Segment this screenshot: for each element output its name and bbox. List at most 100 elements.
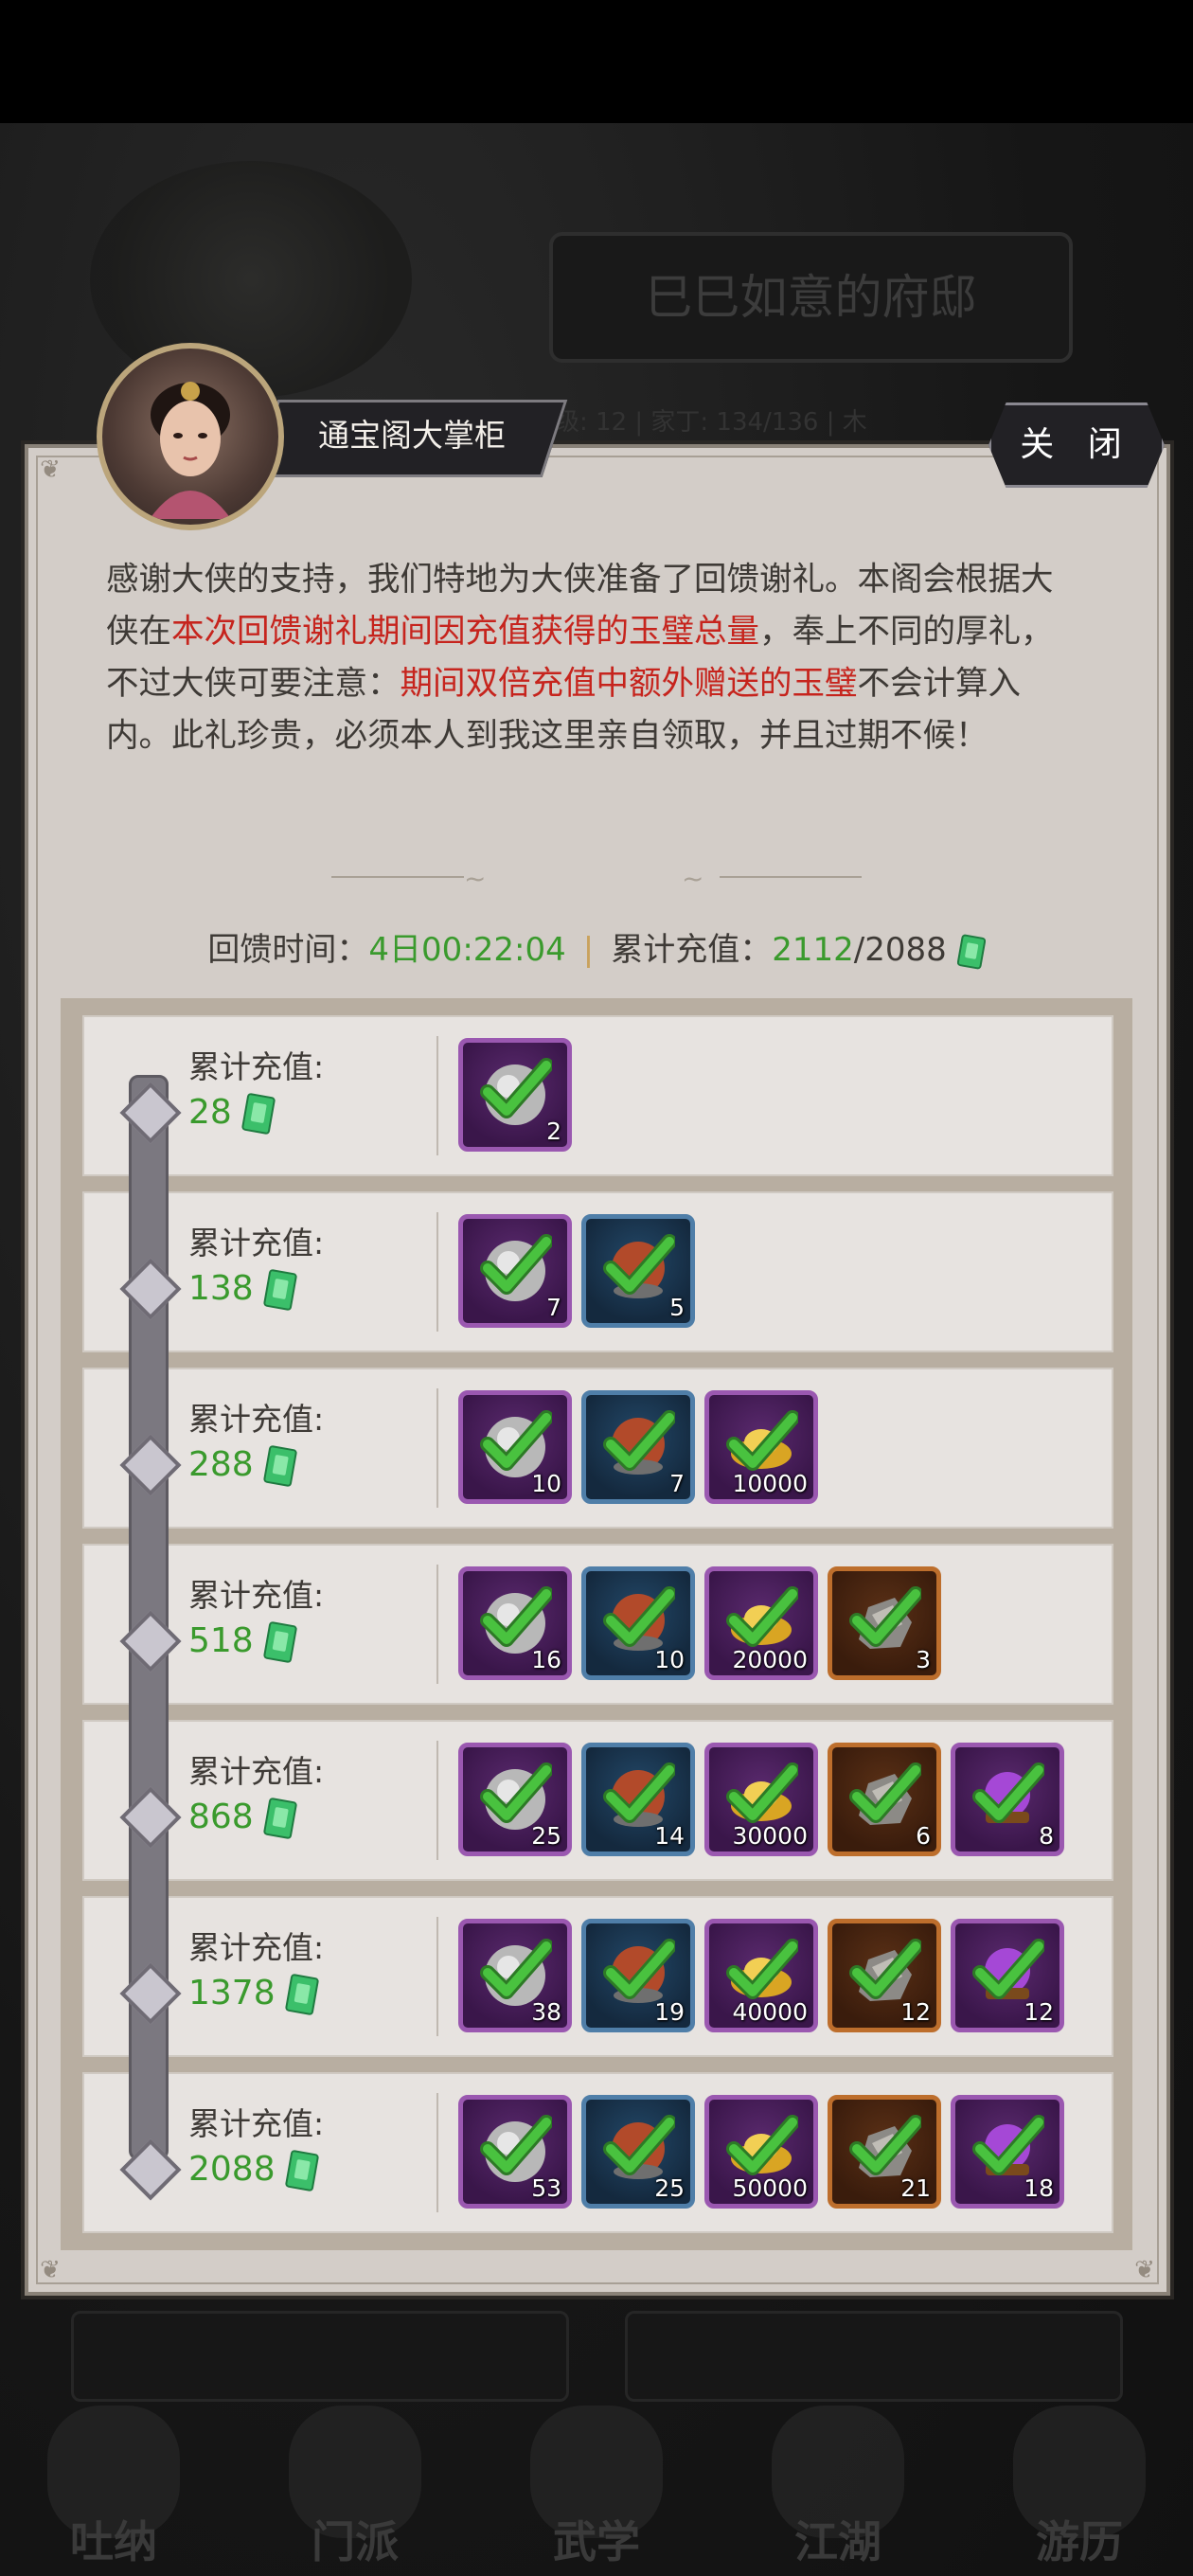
- reward-quantity: 40000: [732, 1998, 808, 2026]
- close-button[interactable]: 关 闭: [988, 402, 1165, 488]
- claimed-check-icon: [726, 1586, 798, 1647]
- tier-row: 累计充值: 1378 38 19 40000 12 12: [82, 1896, 1113, 2057]
- jade-icon: [263, 1269, 297, 1311]
- reward-item-food[interactable]: 25: [581, 2095, 695, 2209]
- reward-quantity: 21: [900, 2174, 931, 2202]
- reward-quantity: 25: [531, 1822, 561, 1850]
- reward-quantity: 12: [900, 1998, 931, 2026]
- row-divider: [436, 1565, 438, 1684]
- claimed-check-icon: [726, 2115, 798, 2175]
- intro-highlight-total: 本次回馈谢礼期间因充值获得的玉璧总量: [171, 613, 759, 651]
- tier-row: 累计充值: 288 10 7 10000: [82, 1368, 1113, 1529]
- reward-quantity: 5: [669, 1294, 685, 1321]
- reward-quantity: 38: [531, 1998, 561, 2026]
- reward-item-silver[interactable]: 7: [458, 1214, 572, 1328]
- reward-item-gold[interactable]: 40000: [704, 1919, 818, 2032]
- corner-ornament: ❦: [40, 456, 61, 484]
- reward-item-gold[interactable]: 20000: [704, 1566, 818, 1680]
- jade-icon: [285, 2150, 319, 2191]
- tier-amount-value: 868: [188, 1798, 254, 1836]
- reward-item-ore[interactable]: 6: [828, 1743, 941, 1856]
- reward-item-gem[interactable]: 12: [951, 1919, 1064, 2032]
- claimed-check-icon: [480, 2115, 552, 2175]
- reward-quantity: 2: [546, 1118, 561, 1145]
- intro-text: 感谢大侠的支持，我们特地为大侠准备了回馈谢礼。本阁会根据大侠在本次回馈谢礼期间因…: [106, 561, 1054, 755]
- time-label: 回馈时间：: [207, 931, 369, 969]
- claimed-check-icon: [726, 1762, 798, 1823]
- reward-quantity: 12: [1024, 1998, 1054, 2026]
- claimed-check-icon: [480, 1234, 552, 1295]
- reward-quantity: 7: [669, 1470, 685, 1497]
- reward-quantity: 6: [916, 1822, 931, 1850]
- claimed-check-icon: [849, 1939, 921, 1999]
- claimed-check-icon: [480, 1762, 552, 1823]
- jade-icon: [241, 1093, 276, 1135]
- reward-item-silver[interactable]: 25: [458, 1743, 572, 1856]
- reward-item-silver[interactable]: 10: [458, 1390, 572, 1504]
- tier-amount-value: 518: [188, 1621, 254, 1660]
- reward-item-food[interactable]: 5: [581, 1214, 695, 1328]
- status-bar: [0, 0, 1193, 123]
- tier-amount: 518: [188, 1621, 297, 1663]
- claimed-check-icon: [849, 1762, 921, 1823]
- tier-amount: 868: [188, 1798, 297, 1839]
- reward-quantity: 19: [654, 1998, 685, 2026]
- reward-item-gold[interactable]: 10000: [704, 1390, 818, 1504]
- nav-menpai: 门派: [260, 2387, 450, 2576]
- reward-quantity: 7: [546, 1294, 561, 1321]
- reward-quantity: 53: [531, 2174, 561, 2202]
- bottom-nav: 吐纳 门派 武学 江湖 游历: [0, 2387, 1193, 2576]
- divider-line: [331, 876, 464, 878]
- reward-quantity: 14: [654, 1822, 685, 1850]
- reward-item-gold[interactable]: 30000: [704, 1743, 818, 1856]
- reward-item-ore[interactable]: 12: [828, 1919, 941, 2032]
- jade-icon: [956, 934, 986, 969]
- reward-item-gem[interactable]: 8: [951, 1743, 1064, 1856]
- reward-quantity: 20000: [732, 1646, 808, 1673]
- reward-item-food[interactable]: 14: [581, 1743, 695, 1856]
- reward-item-ore[interactable]: 3: [828, 1566, 941, 1680]
- divider-ornament: ~: [682, 863, 704, 894]
- tier-label: 累计充值:: [188, 2105, 325, 2142]
- row-divider: [436, 1212, 438, 1332]
- recharge-current: 2112: [772, 931, 854, 969]
- claimed-check-icon: [972, 1762, 1044, 1823]
- residence-title: 巳巳如意的府邸: [549, 232, 1073, 363]
- reward-item-food[interactable]: 10: [581, 1566, 695, 1680]
- claimed-check-icon: [480, 1586, 552, 1647]
- tier-amount-value: 2088: [188, 2150, 276, 2189]
- reward-item-silver[interactable]: 53: [458, 2095, 572, 2209]
- summary-line: 回馈时间：4日00:22:04 | 累计充值：2112/2088: [0, 923, 1193, 970]
- claimed-check-icon: [603, 2115, 675, 2175]
- nav-wuxue: 武学: [502, 2387, 691, 2576]
- tier-amount: 138: [188, 1269, 297, 1311]
- tier-amount: 288: [188, 1445, 297, 1487]
- time-value: 4日00:22:04: [368, 931, 566, 969]
- reward-item-gem[interactable]: 18: [951, 2095, 1064, 2209]
- reward-quantity: 30000: [732, 1822, 808, 1850]
- reward-item-food[interactable]: 19: [581, 1919, 695, 2032]
- reward-item-silver[interactable]: 38: [458, 1919, 572, 2032]
- reward-item-ore[interactable]: 21: [828, 2095, 941, 2209]
- tier-label: 累计充值:: [188, 1401, 325, 1438]
- claimed-check-icon: [603, 1762, 675, 1823]
- claimed-check-icon: [480, 1410, 552, 1471]
- claimed-check-icon: [849, 2115, 921, 2175]
- reward-quantity: 10: [654, 1646, 685, 1673]
- tier-label: 累计充值:: [188, 1929, 325, 1966]
- tier-row: 累计充值: 138 7 5: [82, 1191, 1113, 1352]
- claimed-check-icon: [480, 1939, 552, 1999]
- row-divider: [436, 1741, 438, 1860]
- jade-icon: [263, 1621, 297, 1663]
- reward-quantity: 50000: [732, 2174, 808, 2202]
- reward-item-silver[interactable]: 2: [458, 1038, 572, 1152]
- npc-avatar: [97, 343, 284, 530]
- tier-row: 累计充值: 2088 53 25 50000 21 18: [82, 2072, 1113, 2233]
- reward-item-silver[interactable]: 16: [458, 1566, 572, 1680]
- row-divider: [436, 1917, 438, 2036]
- divider-line: [720, 876, 862, 878]
- npc-name: 通宝阁大掌柜: [318, 417, 506, 454]
- reward-item-gold[interactable]: 50000: [704, 2095, 818, 2209]
- tier-amount-value: 28: [188, 1093, 232, 1132]
- reward-item-food[interactable]: 7: [581, 1390, 695, 1504]
